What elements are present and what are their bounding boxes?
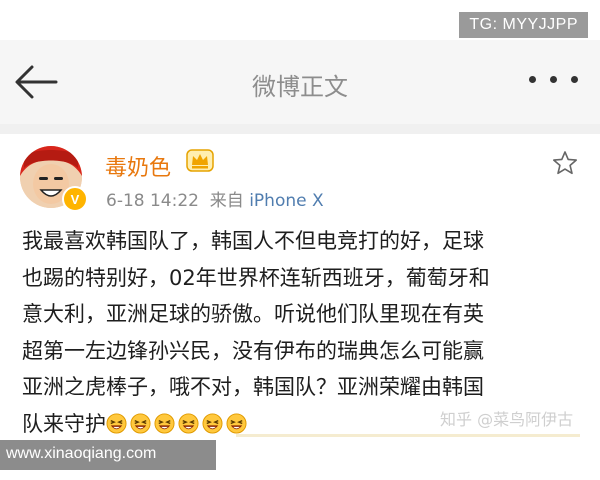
post-line: 超第一左边锋孙兴民，没有伊布的瑞典怎么可能赢	[22, 338, 484, 363]
more-dots-icon[interactable]	[529, 76, 578, 83]
laughing-emoji-icon	[178, 412, 199, 434]
verified-badge: V	[62, 186, 88, 212]
zhihu-watermark: 知乎 @菜鸟阿伊古	[440, 410, 574, 429]
laughing-emoji-icon	[202, 412, 223, 434]
laughing-emoji-icon	[130, 412, 151, 434]
username[interactable]: 毒奶色	[105, 150, 171, 182]
page-title: 微博正文	[252, 73, 348, 101]
source-link[interactable]: iPhone X	[249, 191, 323, 211]
site-watermark: www.xinaoqiang.com	[6, 445, 157, 462]
tg-watermark: TG: MYYJJPP	[459, 12, 588, 38]
emoji-row	[106, 412, 247, 434]
post-line: 意大利，亚洲足球的骄傲。听说他们队里现在有英	[22, 302, 484, 326]
top-navigation-bar: 微博正文	[0, 40, 600, 124]
laughing-emoji-icon	[106, 412, 127, 434]
site-watermark-bar: www.xinaoqiang.com	[0, 440, 216, 470]
laughing-emoji-icon	[226, 412, 247, 434]
section-divider	[0, 124, 600, 134]
laughing-emoji-icon	[154, 412, 175, 434]
star-icon[interactable]	[552, 150, 578, 176]
source-prefix: 来自	[209, 191, 244, 211]
post-line: 亚洲之虎棒子，哦不对，韩国队？亚洲荣耀由韩国	[22, 375, 484, 399]
decorative-line	[236, 434, 580, 437]
post-line: 我最喜欢韩国队了，韩国人不但电竞打的好，足球	[22, 229, 484, 253]
crown-icon	[186, 149, 214, 172]
post-line: 队来守护	[22, 411, 106, 436]
post-time: 6-18 14:22	[106, 191, 199, 211]
post-line: 也踢的特别好，02年世界杯连斩西班牙，葡萄牙和	[22, 265, 490, 290]
post-meta: 6-18 14:22 来自 iPhone X	[106, 186, 324, 211]
